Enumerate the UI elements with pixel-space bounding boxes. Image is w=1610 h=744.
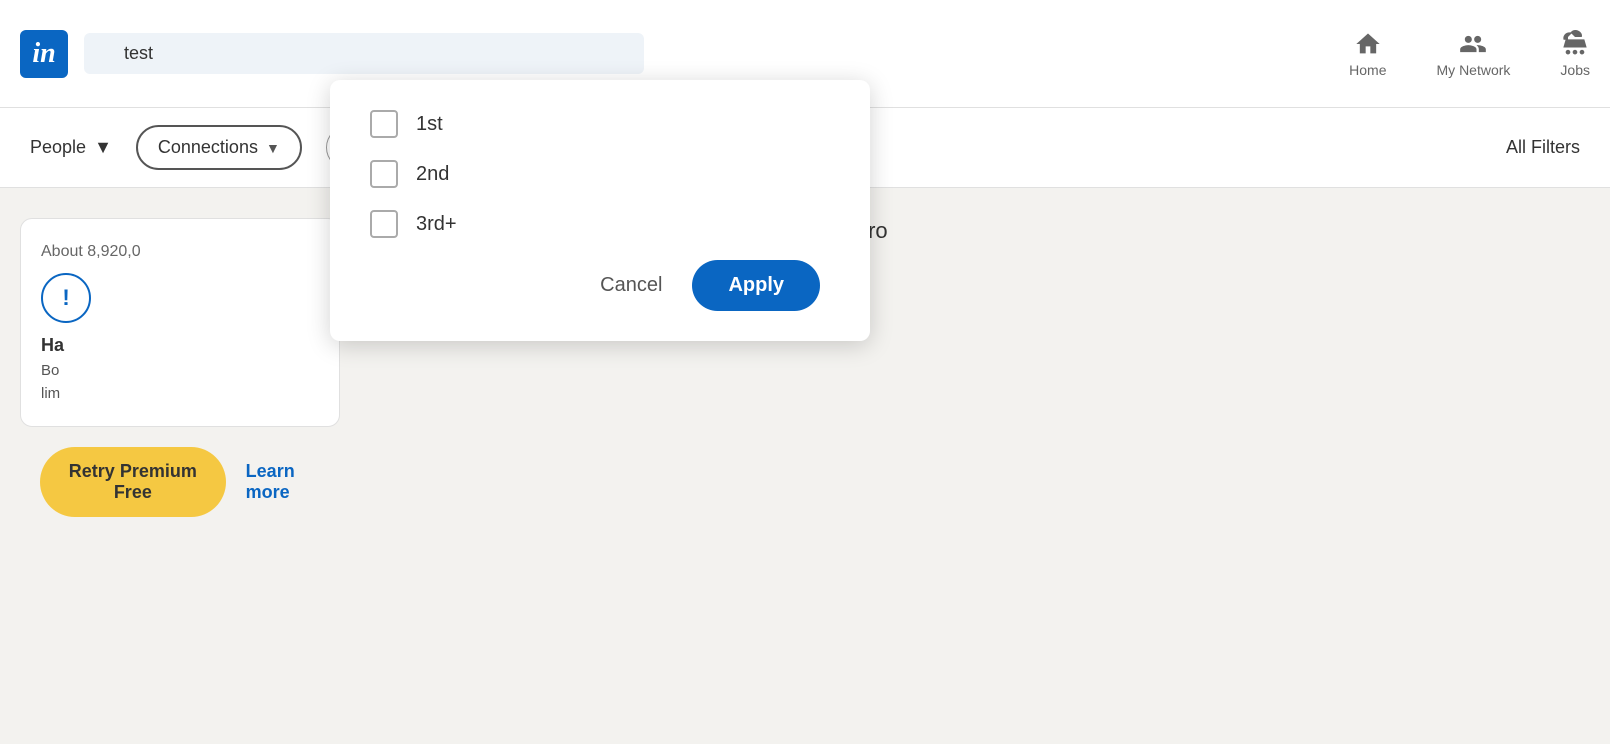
home-icon [1354,30,1382,58]
apply-button[interactable]: Apply [692,260,820,311]
my-network-icon [1459,30,1487,58]
nav-my-network-label: My Network [1437,62,1511,78]
checkbox-2nd-label: 2nd [416,163,449,186]
all-filters-button[interactable]: All Filters [1506,137,1580,158]
ha-text: Ha [41,335,319,356]
result-count: About 8,920,0 [41,243,319,261]
search-input[interactable] [84,33,644,74]
filter-people[interactable]: People ▼ [30,137,112,158]
checkbox-row-1st[interactable]: 1st [370,110,820,138]
nav-home-label: Home [1349,62,1386,78]
checkbox-row-2nd[interactable]: 2nd [370,160,820,188]
filter-people-label: People [30,137,86,158]
nav-item-my-network[interactable]: My Network [1437,30,1511,78]
checkbox-3rd[interactable] [370,210,398,238]
checkbox-3rd-label: 3rd+ [416,213,457,236]
dropdown-actions: Cancel Apply [370,260,820,311]
connections-dropdown: 1st 2nd 3rd+ Cancel Apply [330,80,870,341]
filter-connections[interactable]: Connections ▼ [136,125,302,170]
checkbox-1st-label: 1st [416,113,443,136]
lim-text: lim [41,385,319,402]
filter-connections-label: Connections [158,137,258,158]
connections-dropdown-box: 1st 2nd 3rd+ Cancel Apply [330,80,870,341]
connections-chevron-icon: ▼ [266,140,280,156]
checkbox-1st[interactable] [370,110,398,138]
search-bar-wrapper: 🔍 [84,33,644,74]
learn-more-link[interactable]: Learn more [246,461,320,503]
bo-text: Bo [41,362,319,379]
checkbox-row-3rd[interactable]: 3rd+ [370,210,820,238]
cancel-button[interactable]: Cancel [600,274,662,297]
nav-jobs-label: Jobs [1560,62,1590,78]
bottom-bar: Retry Premium Free Learn more [20,427,340,517]
result-card: About 8,920,0 ! Ha Bo lim [20,218,340,427]
jobs-icon [1561,30,1589,58]
linkedin-logo-text: in [32,38,55,70]
people-chevron-icon: ▼ [94,137,112,158]
nav-item-home[interactable]: Home [1349,30,1386,78]
checkbox-2nd[interactable] [370,160,398,188]
nav-right: Home My Network Jobs [1349,30,1590,78]
left-panel: About 8,920,0 ! Ha Bo lim Retry Premium … [0,188,360,744]
alert-icon: ! [41,273,91,323]
linkedin-logo[interactable]: in [20,30,68,78]
retry-premium-button[interactable]: Retry Premium Free [40,447,226,517]
nav-item-jobs[interactable]: Jobs [1560,30,1590,78]
